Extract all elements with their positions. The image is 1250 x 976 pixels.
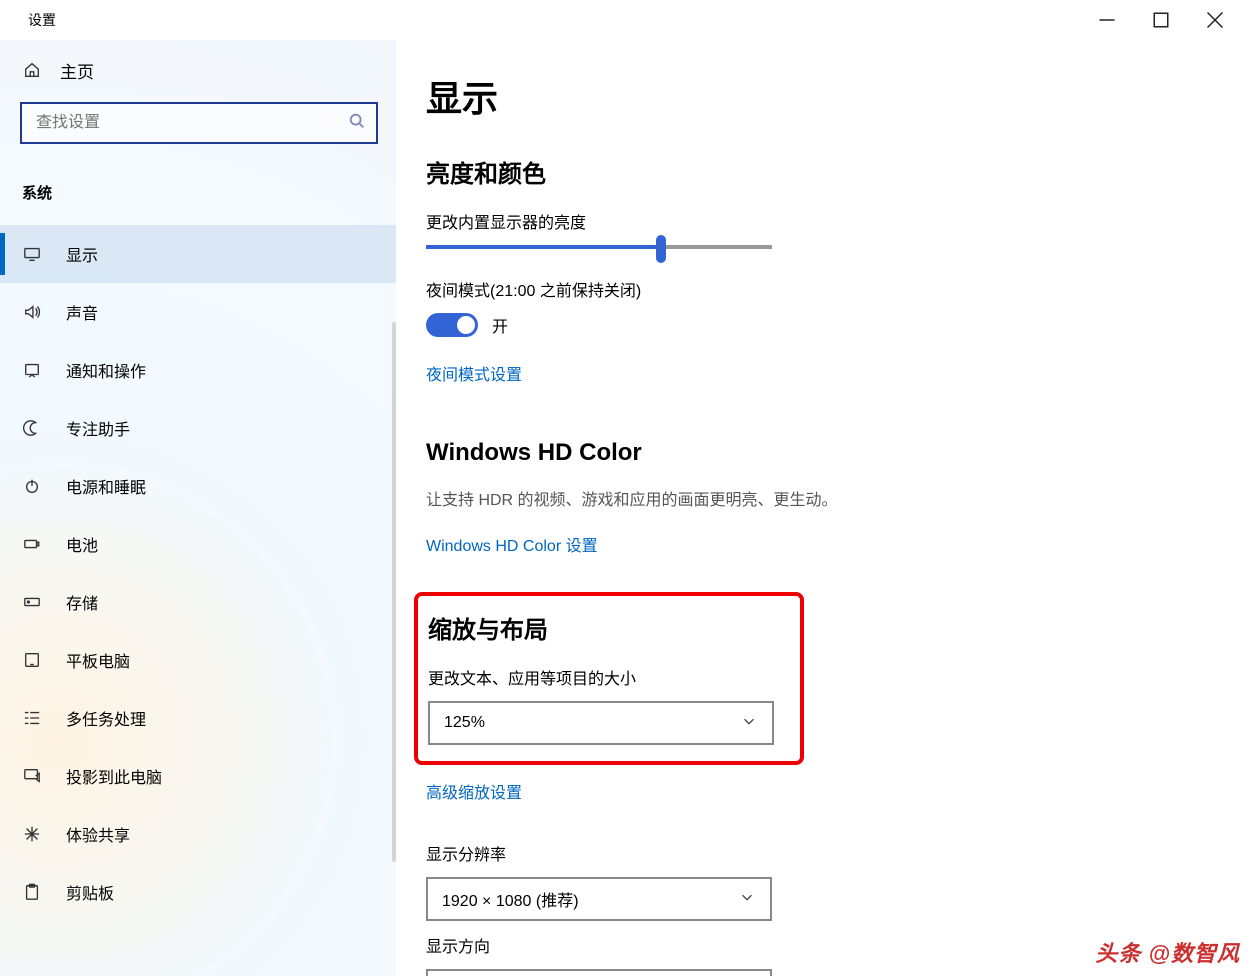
brightness-slider[interactable]	[426, 245, 772, 249]
sidebar-item-label: 通知和操作	[66, 358, 146, 382]
resolution-select[interactable]: 1920 × 1080 (推荐)	[426, 877, 772, 921]
main-content: 显示 亮度和颜色 更改内置显示器的亮度 夜间模式(21:00 之前保持关闭) 开…	[396, 40, 1250, 976]
clipboard-icon	[22, 883, 42, 901]
home-link[interactable]: 主页	[0, 40, 396, 100]
tablet-icon	[22, 651, 42, 669]
power-icon	[22, 477, 42, 495]
night-light-settings-link[interactable]: 夜间模式设置	[426, 361, 522, 385]
search-icon	[348, 112, 366, 135]
sidebar-item-projecting[interactable]: 投影到此电脑	[0, 747, 396, 805]
sidebar-item-label: 显示	[66, 242, 98, 266]
search-input[interactable]	[36, 114, 348, 132]
sidebar-item-tablet[interactable]: 平板电脑	[0, 631, 396, 689]
sound-icon	[22, 303, 42, 321]
sidebar: 主页 系统 显示 声音 通知和操作	[0, 40, 396, 976]
sidebar-item-label: 体验共享	[66, 822, 130, 846]
home-label: 主页	[60, 58, 94, 83]
minimize-button[interactable]	[1080, 0, 1134, 40]
storage-icon	[22, 593, 42, 611]
battery-icon	[22, 535, 42, 553]
sidebar-item-multitask[interactable]: 多任务处理	[0, 689, 396, 747]
titlebar: 设置	[0, 0, 1250, 40]
chevron-down-icon	[740, 712, 758, 735]
sidebar-item-label: 多任务处理	[66, 706, 146, 730]
sidebar-item-label: 投影到此电脑	[66, 764, 162, 788]
sidebar-item-clipboard[interactable]: 剪贴板	[0, 863, 396, 921]
focus-assist-icon	[22, 419, 42, 437]
sidebar-item-sound[interactable]: 声音	[0, 283, 396, 341]
advanced-scaling-link[interactable]: 高级缩放设置	[426, 779, 522, 803]
page-title: 显示	[426, 70, 1188, 122]
window-title: 设置	[28, 10, 56, 30]
sidebar-item-battery[interactable]: 电池	[0, 515, 396, 573]
sidebar-item-label: 声音	[66, 300, 98, 324]
sidebar-item-display[interactable]: 显示	[0, 225, 396, 283]
scale-label: 更改文本、应用等项目的大小	[428, 665, 786, 689]
annotation-highlight-box: 缩放与布局 更改文本、应用等项目的大小 125%	[414, 592, 804, 765]
toggle-knob	[457, 316, 475, 334]
shared-experiences-icon	[22, 825, 42, 843]
sidebar-category: 系统	[0, 160, 396, 225]
sidebar-item-label: 平板电脑	[66, 648, 130, 672]
maximize-button[interactable]	[1134, 0, 1188, 40]
night-light-label: 夜间模式(21:00 之前保持关闭)	[426, 277, 1188, 301]
home-icon	[22, 61, 42, 79]
night-light-toggle-state: 开	[492, 313, 508, 337]
sidebar-item-label: 电源和睡眠	[66, 474, 146, 498]
section-brightness-heading: 亮度和颜色	[426, 154, 1188, 189]
sidebar-item-label: 专注助手	[66, 416, 130, 440]
close-button[interactable]	[1188, 0, 1242, 40]
sidebar-item-storage[interactable]: 存储	[0, 573, 396, 631]
section-scale-heading: 缩放与布局	[428, 610, 786, 645]
multitask-icon	[22, 709, 42, 727]
section-hdr-heading: Windows HD Color	[426, 439, 1188, 467]
orientation-select[interactable]: 横向	[426, 969, 772, 976]
resolution-label: 显示分辨率	[426, 841, 1188, 865]
brightness-slider-label: 更改内置显示器的亮度	[426, 209, 1188, 233]
sidebar-item-label: 存储	[66, 590, 98, 614]
sidebar-item-power-sleep[interactable]: 电源和睡眠	[0, 457, 396, 515]
hdr-settings-link[interactable]: Windows HD Color 设置	[426, 532, 598, 556]
hdr-description: 让支持 HDR 的视频、游戏和应用的画面更明亮、更生动。	[426, 487, 1188, 514]
sidebar-item-notifications[interactable]: 通知和操作	[0, 341, 396, 399]
sidebar-item-shared-experiences[interactable]: 体验共享	[0, 805, 396, 863]
scale-select[interactable]: 125%	[428, 701, 774, 745]
projecting-icon	[22, 767, 42, 785]
orientation-label: 显示方向	[426, 933, 1188, 957]
chevron-down-icon	[738, 888, 756, 911]
scale-select-value: 125%	[444, 714, 485, 732]
sidebar-item-label: 电池	[66, 532, 98, 556]
display-icon	[22, 245, 42, 263]
sidebar-item-focus-assist[interactable]: 专注助手	[0, 399, 396, 457]
sidebar-item-label: 剪贴板	[66, 880, 114, 904]
notifications-icon	[22, 361, 42, 379]
brightness-slider-fill	[426, 245, 661, 249]
brightness-slider-thumb[interactable]	[656, 235, 666, 263]
search-box[interactable]	[20, 102, 378, 144]
night-light-toggle[interactable]	[426, 313, 478, 337]
resolution-select-value: 1920 × 1080 (推荐)	[442, 887, 579, 911]
